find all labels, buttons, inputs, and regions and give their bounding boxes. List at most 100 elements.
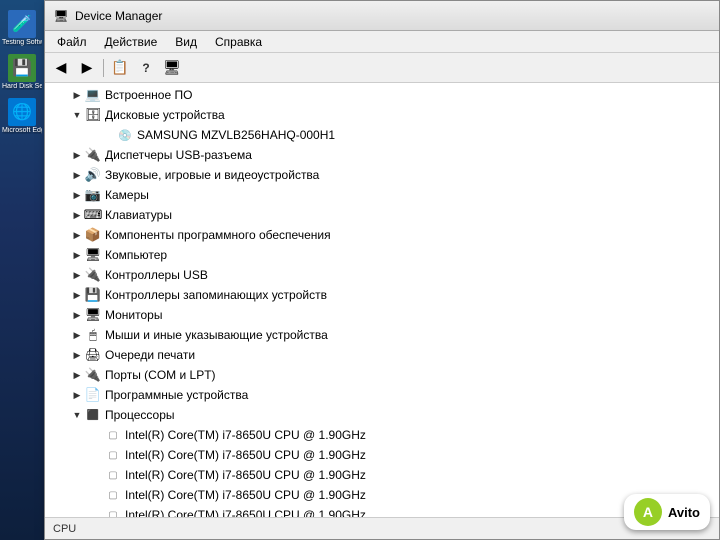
cpu0-label: Intel(R) Core(TM) i7-8650U CPU @ 1.90GHz (125, 428, 366, 442)
list-item[interactable]: 🖱 Мыши и иные указывающие устройства (45, 325, 719, 345)
cpu1-label: Intel(R) Core(TM) i7-8650U CPU @ 1.90GHz (125, 448, 366, 462)
avito-badge: A Avito (624, 494, 710, 530)
toolbar-sep1 (103, 59, 104, 77)
list-item[interactable]: ⌨ Клавиатуры (45, 205, 719, 225)
expand-arrow-cpu4 (89, 507, 105, 517)
samsung-label: SAMSUNG MZVLB256HAHQ-000H1 (137, 128, 335, 142)
cpu4-label: Intel(R) Core(TM) i7-8650U CPU @ 1.90GHz (125, 508, 366, 517)
help-button[interactable]: ? (134, 57, 158, 79)
list-item[interactable]: ▢ Intel(R) Core(TM) i7-8650U CPU @ 1.90G… (45, 485, 719, 505)
properties-button[interactable]: 📋 (108, 57, 132, 79)
mice-icon: 🖱 (85, 327, 101, 343)
usbctrl-icon: 🔌 (85, 267, 101, 283)
list-item[interactable]: 🔌 Контроллеры USB (45, 265, 719, 285)
software-icon: 📦 (85, 227, 101, 243)
status-bar: CPU (45, 517, 719, 539)
list-item[interactable]: 📄 Программные устройства (45, 385, 719, 405)
device-tree[interactable]: 💻 Встроенное ПО 🗄 Дисковые устройства 💿 … (45, 83, 719, 517)
expand-arrow-monitors[interactable] (69, 307, 85, 323)
keyboard-icon: ⌨ (85, 207, 101, 223)
monitors-icon: 🖥 (85, 307, 101, 323)
testing-icon: 🧪 (8, 10, 36, 38)
list-item[interactable]: ▢ Intel(R) Core(TM) i7-8650U CPU @ 1.90G… (45, 425, 719, 445)
expand-arrow-software[interactable] (69, 227, 85, 243)
builtin-icon: 💻 (85, 87, 101, 103)
list-item[interactable]: 🖥 Компьютер (45, 245, 719, 265)
expand-arrow-programs[interactable] (69, 387, 85, 403)
edge-label: Microsoft Edge (2, 127, 42, 134)
list-item[interactable]: 📦 Компоненты программного обеспечения (45, 225, 719, 245)
expand-arrow-disk[interactable] (69, 107, 85, 123)
status-cpu-label: CPU (53, 523, 76, 535)
expand-arrow-mice[interactable] (69, 327, 85, 343)
programs-icon: 📄 (85, 387, 101, 403)
desktop-icon-edge[interactable]: 🌐 Microsoft Edge (4, 98, 40, 134)
list-item[interactable]: 🖥 Мониторы (45, 305, 719, 325)
forward-button[interactable]: ▶ (75, 57, 99, 79)
menu-help[interactable]: Справка (207, 33, 270, 51)
expand-arrow-cpu2 (89, 467, 105, 483)
list-item[interactable]: 💾 Контроллеры запоминающих устройств (45, 285, 719, 305)
cpu3-icon: ▢ (105, 487, 121, 503)
expand-arrow-printqueue[interactable] (69, 347, 85, 363)
expand-arrow-storage[interactable] (69, 287, 85, 303)
menu-view[interactable]: Вид (167, 33, 205, 51)
expand-arrow-usbctrl[interactable] (69, 267, 85, 283)
harddisk-icon: 💾 (8, 54, 36, 82)
expand-arrow-processors[interactable] (69, 407, 85, 423)
cpu4-icon: ▢ (105, 507, 121, 517)
software-label: Компоненты программного обеспечения (105, 228, 331, 242)
cpu0-icon: ▢ (105, 427, 121, 443)
cpu2-icon: ▢ (105, 467, 121, 483)
expand-arrow-cpu1 (89, 447, 105, 463)
edge-icon: 🌐 (8, 98, 36, 126)
expand-arrow-ports[interactable] (69, 367, 85, 383)
list-item[interactable]: ▢ Intel(R) Core(TM) i7-8650U CPU @ 1.90G… (45, 465, 719, 485)
cpu2-label: Intel(R) Core(TM) i7-8650U CPU @ 1.90GHz (125, 468, 366, 482)
usbhub-icon: 🔌 (85, 147, 101, 163)
list-item[interactable]: 🖨 Очереди печати (45, 345, 719, 365)
computer-button[interactable]: 🖥 (160, 57, 184, 79)
monitors-label: Мониторы (105, 308, 162, 322)
back-button[interactable]: ◀ (49, 57, 73, 79)
computer-label: Компьютер (105, 248, 167, 262)
expand-arrow-keyboard[interactable] (69, 207, 85, 223)
keyboard-label: Клавиатуры (105, 208, 172, 222)
list-item[interactable]: 🔌 Порты (COM и LPT) (45, 365, 719, 385)
list-item[interactable]: ⬛ Процессоры (45, 405, 719, 425)
list-item[interactable]: ▢ Intel(R) Core(TM) i7-8650U CPU @ 1.90G… (45, 445, 719, 465)
programs-label: Программные устройства (105, 388, 248, 402)
list-item[interactable]: 💿 SAMSUNG MZVLB256HAHQ-000H1 (45, 125, 719, 145)
camera-icon: 📷 (85, 187, 101, 203)
expand-arrow-usbhub[interactable] (69, 147, 85, 163)
list-item[interactable]: 🗄 Дисковые устройства (45, 105, 719, 125)
expand-arrow-camera[interactable] (69, 187, 85, 203)
avito-label: Avito (668, 505, 700, 520)
expand-arrow-cpu0 (89, 427, 105, 443)
ports-icon: 🔌 (85, 367, 101, 383)
desktop-icon-harddisk[interactable]: 💾 Hard Disk Sentinel (4, 54, 40, 90)
mice-label: Мыши и иные указывающие устройства (105, 328, 328, 342)
list-item[interactable]: 🔌 Диспетчеры USB-разъема (45, 145, 719, 165)
testing-label: Testing Software (2, 39, 42, 46)
disk-label: Дисковые устройства (105, 108, 225, 122)
list-item[interactable]: 💻 Встроенное ПО (45, 85, 719, 105)
menu-bar: Файл Действие Вид Справка (45, 31, 719, 53)
list-item[interactable]: 🔊 Звуковые, игровые и видеоустройства (45, 165, 719, 185)
menu-action[interactable]: Действие (97, 33, 166, 51)
storage-label: Контроллеры запоминающих устройств (105, 288, 327, 302)
list-item[interactable]: 📷 Камеры (45, 185, 719, 205)
computer-icon: 🖥 (85, 247, 101, 263)
printqueue-icon: 🖨 (85, 347, 101, 363)
list-item[interactable]: ▢ Intel(R) Core(TM) i7-8650U CPU @ 1.90G… (45, 505, 719, 517)
desktop-icon-testing[interactable]: 🧪 Testing Software (4, 10, 40, 46)
usbhub-label: Диспетчеры USB-разъема (105, 148, 252, 162)
expand-arrow-builtin[interactable] (69, 87, 85, 103)
expand-arrow-audio[interactable] (69, 167, 85, 183)
expand-arrow-computer[interactable] (69, 247, 85, 263)
window-icon: 🖥 (53, 8, 69, 24)
menu-file[interactable]: Файл (49, 33, 95, 51)
builtin-label: Встроенное ПО (105, 88, 192, 102)
desktop-sidebar: 🧪 Testing Software 💾 Hard Disk Sentinel … (0, 0, 44, 540)
avito-logo: A (634, 498, 662, 526)
